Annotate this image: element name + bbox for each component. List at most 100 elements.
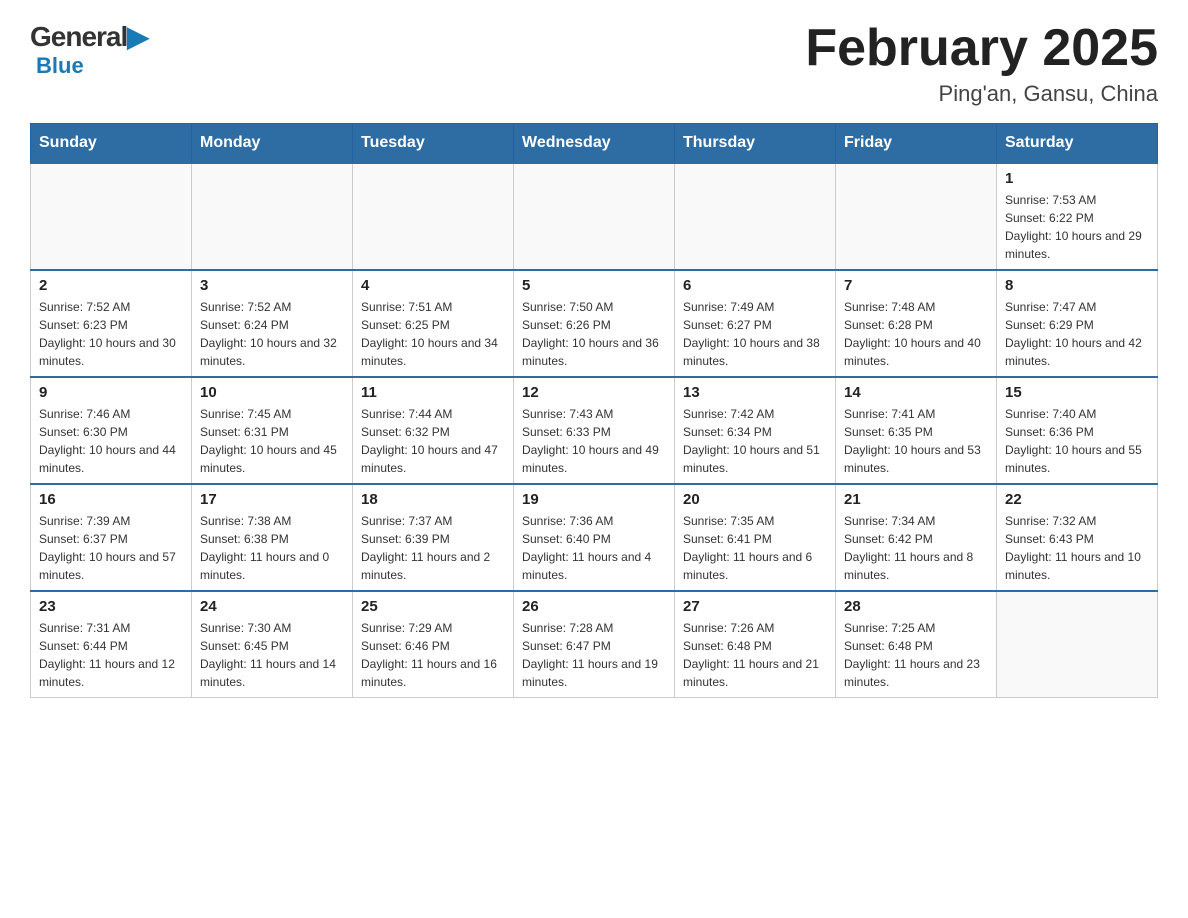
day-number: 13 <box>683 384 827 401</box>
day-info: Sunrise: 7:37 AMSunset: 6:39 PMDaylight:… <box>361 512 505 584</box>
day-number: 20 <box>683 491 827 508</box>
calendar-title: February 2025 <box>805 20 1158 77</box>
logo: General▶ Blue <box>30 20 148 79</box>
day-info: Sunrise: 7:49 AMSunset: 6:27 PMDaylight:… <box>683 298 827 370</box>
header-tuesday: Tuesday <box>353 124 514 164</box>
day-info: Sunrise: 7:31 AMSunset: 6:44 PMDaylight:… <box>39 619 183 691</box>
day-number: 12 <box>522 384 666 401</box>
day-info: Sunrise: 7:40 AMSunset: 6:36 PMDaylight:… <box>1005 405 1149 477</box>
day-number: 14 <box>844 384 988 401</box>
header-monday: Monday <box>192 124 353 164</box>
header-friday: Friday <box>836 124 997 164</box>
page-header: General▶ Blue February 2025 Ping'an, Gan… <box>30 20 1158 107</box>
title-block: February 2025 Ping'an, Gansu, China <box>805 20 1158 107</box>
day-number: 6 <box>683 277 827 294</box>
calendar-cell <box>675 163 836 270</box>
calendar-cell: 14 Sunrise: 7:41 AMSunset: 6:35 PMDayligh… <box>836 377 997 484</box>
calendar-cell: 1Sunrise: 7:53 AMSunset: 6:22 PMDaylight… <box>997 163 1158 270</box>
day-info: Sunrise: 7:47 AMSunset: 6:29 PMDaylight:… <box>1005 298 1149 370</box>
day-info: Sunrise: 7:48 AMSunset: 6:28 PMDaylight:… <box>844 298 988 370</box>
header-wednesday: Wednesday <box>514 124 675 164</box>
day-number: 3 <box>200 277 344 294</box>
calendar-cell: 19 Sunrise: 7:36 AMSunset: 6:40 PMDayligh… <box>514 484 675 591</box>
day-number: 23 <box>39 598 183 615</box>
header-thursday: Thursday <box>675 124 836 164</box>
calendar-cell: 21 Sunrise: 7:34 AMSunset: 6:42 PMDayligh… <box>836 484 997 591</box>
day-number: 10 <box>200 384 344 401</box>
day-info: Sunrise: 7:29 AMSunset: 6:46 PMDaylight:… <box>361 619 505 691</box>
logo-arrow: ▶ <box>127 21 148 52</box>
day-number: 25 <box>361 598 505 615</box>
day-number: 2 <box>39 277 183 294</box>
day-info: Sunrise: 7:34 AMSunset: 6:42 PMDaylight:… <box>844 512 988 584</box>
day-number: 9 <box>39 384 183 401</box>
logo-blue-text: Blue <box>36 53 84 78</box>
day-info: Sunrise: 7:28 AMSunset: 6:47 PMDaylight:… <box>522 619 666 691</box>
day-info: Sunrise: 7:30 AMSunset: 6:45 PMDaylight:… <box>200 619 344 691</box>
calendar-cell: 15 Sunrise: 7:40 AMSunset: 6:36 PMDayligh… <box>997 377 1158 484</box>
calendar-cell: 12 Sunrise: 7:43 AMSunset: 6:33 PMDayligh… <box>514 377 675 484</box>
calendar-cell: 20Sunrise: 7:35 AMSunset: 6:41 PMDayligh… <box>675 484 836 591</box>
calendar-cell: 28 Sunrise: 7:25 AMSunset: 6:48 PMDayligh… <box>836 591 997 698</box>
calendar-cell: 3 Sunrise: 7:52 AMSunset: 6:24 PMDaylight… <box>192 270 353 377</box>
calendar-week-4: 16 Sunrise: 7:39 AMSunset: 6:37 PMDayligh… <box>31 484 1158 591</box>
weekday-header-row: Sunday Monday Tuesday Wednesday Thursday… <box>31 124 1158 164</box>
calendar-cell: 5 Sunrise: 7:50 AMSunset: 6:26 PMDaylight… <box>514 270 675 377</box>
day-number: 28 <box>844 598 988 615</box>
day-number: 22 <box>1005 491 1149 508</box>
day-number: 16 <box>39 491 183 508</box>
calendar-location: Ping'an, Gansu, China <box>805 81 1158 107</box>
calendar-cell: 2 Sunrise: 7:52 AMSunset: 6:23 PMDaylight… <box>31 270 192 377</box>
logo-general-text: General▶ <box>30 21 148 52</box>
calendar-cell <box>31 163 192 270</box>
day-info: Sunrise: 7:45 AMSunset: 6:31 PMDaylight:… <box>200 405 344 477</box>
calendar-cell: 10 Sunrise: 7:45 AMSunset: 6:31 PMDayligh… <box>192 377 353 484</box>
day-info: Sunrise: 7:41 AMSunset: 6:35 PMDaylight:… <box>844 405 988 477</box>
calendar-cell: 26 Sunrise: 7:28 AMSunset: 6:47 PMDayligh… <box>514 591 675 698</box>
calendar-cell: 13 Sunrise: 7:42 AMSunset: 6:34 PMDayligh… <box>675 377 836 484</box>
day-info: Sunrise: 7:52 AMSunset: 6:24 PMDaylight:… <box>200 298 344 370</box>
day-info: Sunrise: 7:50 AMSunset: 6:26 PMDaylight:… <box>522 298 666 370</box>
day-number: 26 <box>522 598 666 615</box>
day-number: 24 <box>200 598 344 615</box>
calendar-cell: 22Sunrise: 7:32 AMSunset: 6:43 PMDayligh… <box>997 484 1158 591</box>
day-number: 5 <box>522 277 666 294</box>
header-sunday: Sunday <box>31 124 192 164</box>
calendar-cell: 8Sunrise: 7:47 AMSunset: 6:29 PMDaylight… <box>997 270 1158 377</box>
day-number: 7 <box>844 277 988 294</box>
calendar-cell: 24 Sunrise: 7:30 AMSunset: 6:45 PMDayligh… <box>192 591 353 698</box>
calendar-cell: 9Sunrise: 7:46 AMSunset: 6:30 PMDaylight… <box>31 377 192 484</box>
calendar-cell: 16 Sunrise: 7:39 AMSunset: 6:37 PMDayligh… <box>31 484 192 591</box>
day-info: Sunrise: 7:43 AMSunset: 6:33 PMDaylight:… <box>522 405 666 477</box>
logo-top-row: General▶ <box>30 20 148 53</box>
day-number: 4 <box>361 277 505 294</box>
day-number: 21 <box>844 491 988 508</box>
day-info: Sunrise: 7:52 AMSunset: 6:23 PMDaylight:… <box>39 298 183 370</box>
day-number: 27 <box>683 598 827 615</box>
header-saturday: Saturday <box>997 124 1158 164</box>
logo-bottom-row: Blue <box>30 53 84 79</box>
calendar-table: Sunday Monday Tuesday Wednesday Thursday… <box>30 123 1158 698</box>
day-info: Sunrise: 7:36 AMSunset: 6:40 PMDaylight:… <box>522 512 666 584</box>
day-info: Sunrise: 7:42 AMSunset: 6:34 PMDaylight:… <box>683 405 827 477</box>
calendar-cell: 7 Sunrise: 7:48 AMSunset: 6:28 PMDaylight… <box>836 270 997 377</box>
calendar-cell <box>192 163 353 270</box>
calendar-cell: 18Sunrise: 7:37 AMSunset: 6:39 PMDayligh… <box>353 484 514 591</box>
calendar-week-2: 2 Sunrise: 7:52 AMSunset: 6:23 PMDaylight… <box>31 270 1158 377</box>
day-number: 19 <box>522 491 666 508</box>
calendar-cell: 17Sunrise: 7:38 AMSunset: 6:38 PMDayligh… <box>192 484 353 591</box>
day-info: Sunrise: 7:44 AMSunset: 6:32 PMDaylight:… <box>361 405 505 477</box>
day-info: Sunrise: 7:26 AMSunset: 6:48 PMDaylight:… <box>683 619 827 691</box>
day-info: Sunrise: 7:39 AMSunset: 6:37 PMDaylight:… <box>39 512 183 584</box>
day-number: 15 <box>1005 384 1149 401</box>
calendar-cell: 23 Sunrise: 7:31 AMSunset: 6:44 PMDayligh… <box>31 591 192 698</box>
calendar-cell: 6 Sunrise: 7:49 AMSunset: 6:27 PMDaylight… <box>675 270 836 377</box>
calendar-cell: 27 Sunrise: 7:26 AMSunset: 6:48 PMDayligh… <box>675 591 836 698</box>
calendar-week-3: 9Sunrise: 7:46 AMSunset: 6:30 PMDaylight… <box>31 377 1158 484</box>
day-info: Sunrise: 7:38 AMSunset: 6:38 PMDaylight:… <box>200 512 344 584</box>
calendar-week-1: 1Sunrise: 7:53 AMSunset: 6:22 PMDaylight… <box>31 163 1158 270</box>
calendar-cell <box>514 163 675 270</box>
calendar-cell: 11Sunrise: 7:44 AMSunset: 6:32 PMDayligh… <box>353 377 514 484</box>
day-info: Sunrise: 7:25 AMSunset: 6:48 PMDaylight:… <box>844 619 988 691</box>
day-number: 1 <box>1005 170 1149 187</box>
